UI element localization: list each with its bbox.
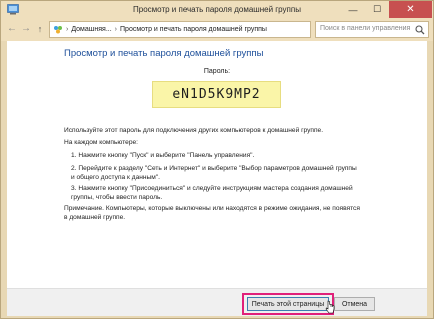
instruction-step-1: 1. Нажмите кнопку "Пуск" и выберите "Пан… xyxy=(71,152,255,159)
mouse-pointer-icon xyxy=(325,300,335,314)
page-title: Просмотр и печать пароля домашней группы xyxy=(64,48,264,59)
minimize-button[interactable]: — xyxy=(341,1,365,18)
address-bar[interactable]: › Домашняя... › Просмотр и печать пароля… xyxy=(49,21,311,38)
instruction-step-2: 2. Перейдите к разделу "Сеть и Интернет"… xyxy=(71,165,357,181)
breadcrumb-separator: › xyxy=(114,26,118,33)
navigation-bar: ← → ↑ › Домашняя... › Просмотр и печать … xyxy=(1,19,433,41)
print-page-button[interactable]: Печать этой страницы xyxy=(247,297,329,311)
back-button[interactable]: ← xyxy=(6,23,18,35)
password-value: eN1D5K9MP2 xyxy=(152,81,281,108)
breadcrumb-homegroup[interactable]: Домашняя... xyxy=(71,26,111,33)
homegroup-icon xyxy=(54,26,62,34)
main-content: Просмотр и печать пароля домашней группы… xyxy=(7,41,427,288)
intro-text: Используйте этот пароль для подключения … xyxy=(64,127,324,134)
password-label: Пароль: xyxy=(203,68,231,75)
search-icon[interactable] xyxy=(415,25,425,35)
button-bar: Печать этой страницы Отмена xyxy=(7,288,427,316)
title-bar[interactable]: Просмотр и печать пароля домашней группы… xyxy=(1,1,433,19)
search-placeholder: Поиск в панели управления xyxy=(320,25,411,32)
up-button[interactable]: ↑ xyxy=(35,23,45,35)
cancel-button[interactable]: Отмена xyxy=(334,297,375,311)
maximize-button[interactable]: ☐ xyxy=(365,1,389,18)
breadcrumb-current-page[interactable]: Просмотр и печать пароля домашней группы xyxy=(120,26,267,33)
search-input[interactable]: Поиск в панели управления xyxy=(315,21,429,38)
breadcrumb-separator: › xyxy=(66,26,69,33)
note-text: Примечание. Компьютеры, которые выключен… xyxy=(64,205,360,221)
close-button[interactable]: ✕ xyxy=(389,1,432,18)
instruction-step-3: 3. Нажмите кнопку "Присоединиться" и сле… xyxy=(71,185,353,201)
instructions-heading: На каждом компьютере: xyxy=(64,139,138,146)
forward-button[interactable]: → xyxy=(20,23,32,35)
homegroup-password-window: Просмотр и печать пароля домашней группы… xyxy=(0,0,434,319)
